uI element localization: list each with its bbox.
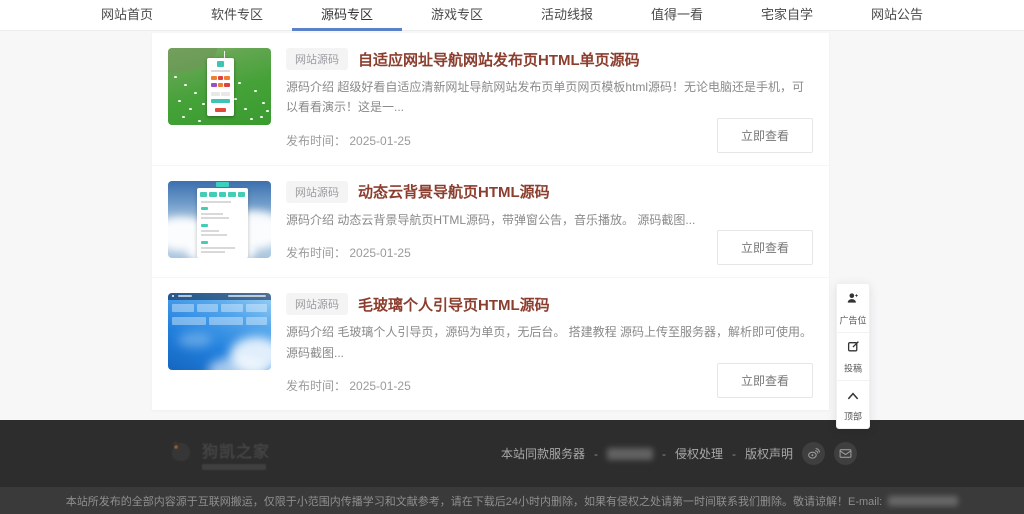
tab-home-study[interactable]: 宅家自学 — [732, 0, 842, 31]
chevron-up-icon — [846, 388, 860, 406]
tab-software[interactable]: 软件专区 — [182, 0, 292, 31]
floating-toolbar: 广告位 投稿 顶部 — [836, 283, 870, 429]
user-icon — [846, 291, 860, 310]
edit-icon — [847, 340, 860, 358]
article-row-1: 网站源码 自适应网址导航网站发布页HTML单页源码 源码介绍 超级好看自适应清新… — [152, 33, 829, 165]
article-list: 网站源码 自适应网址导航网站发布页HTML单页源码 源码介绍 超级好看自适应清新… — [152, 33, 829, 410]
footer-logo[interactable]: 狗凯之家 — [167, 438, 270, 470]
publish-date: 发布时间： 2025-01-25 — [286, 244, 411, 265]
article-title-link[interactable]: 毛玻璃个人引导页HTML源码 — [358, 294, 550, 315]
thumb-sheep-dots — [174, 76, 177, 78]
tab-source-code[interactable]: 源码专区 — [292, 0, 402, 31]
article-title-link[interactable]: 自适应网址导航网站发布页HTML单页源码 — [358, 49, 640, 70]
mail-icon[interactable] — [834, 442, 857, 465]
article-thumbnail-clouds[interactable] — [168, 181, 271, 258]
article-body: 网站源码 动态云背景导航页HTML源码 源码介绍 动态云背景导航页HTML源码，… — [286, 181, 813, 265]
tab-home[interactable]: 网站首页 — [72, 0, 182, 31]
footer-links: 本站同款服务器 - - 侵权处理 - 版权声明 — [501, 442, 857, 465]
category-badge: 网站源码 — [286, 48, 348, 70]
weibo-icon[interactable] — [802, 442, 825, 465]
page: 网站首页 软件专区 源码专区 游戏专区 活动线报 值得一看 宅家自学 网站公告 — [0, 0, 1024, 514]
article-body: 网站源码 自适应网址导航网站发布页HTML单页源码 源码介绍 超级好看自适应清新… — [286, 48, 813, 153]
view-now-button[interactable]: 立即查看 — [717, 118, 813, 153]
publish-date: 发布时间： 2025-01-25 — [286, 377, 411, 398]
article-description: 源码介绍 动态云背景导航页HTML源码，带弹窗公告，音乐播放。 源码截图... — [286, 210, 813, 230]
thumb-phone-mockup — [207, 58, 234, 116]
article-thumbnail-blue-sky[interactable] — [168, 293, 271, 370]
disclaimer-text: 本站所发布的全部内容源于互联网搬运，仅限于小范围内传播学习和文献参考，请在下载后… — [66, 493, 882, 509]
tab-worth-seeing[interactable]: 值得一看 — [622, 0, 732, 31]
footer-disclaimer-bar: 本站所发布的全部内容源于互联网搬运，仅限于小范围内传播学习和文献参考，请在下载后… — [0, 487, 1024, 514]
back-to-top-button[interactable]: 顶部 — [837, 381, 869, 428]
publish-date: 发布时间： 2025-01-25 — [286, 132, 411, 153]
tab-games[interactable]: 游戏专区 — [402, 0, 512, 31]
footer-logo-subtitle-redacted — [202, 464, 266, 470]
submit-post-button[interactable]: 投稿 — [837, 333, 869, 381]
category-badge: 网站源码 — [286, 293, 348, 315]
article-title-link[interactable]: 动态云背景导航页HTML源码 — [358, 181, 550, 202]
top-nav: 网站首页 软件专区 源码专区 游戏专区 活动线报 值得一看 宅家自学 网站公告 — [0, 0, 1024, 31]
article-description: 源码介绍 毛玻璃个人引导页，源码为单页，无后台。 搭建教程 源码上传至服务器，解… — [286, 322, 813, 363]
footer-link-infringement[interactable]: 侵权处理 — [675, 445, 723, 462]
footer-link-server[interactable]: 本站同款服务器 — [501, 445, 585, 462]
article-description: 源码介绍 超级好看自适应清新网址导航网站发布页单页网页模板html源码！无论电脑… — [286, 77, 813, 118]
footer: 狗凯之家 本站同款服务器 - - 侵权处理 - 版权声明 — [0, 420, 1024, 487]
article-row-2: 网站源码 动态云背景导航页HTML源码 源码介绍 动态云背景导航页HTML源码，… — [152, 165, 829, 277]
footer-logo-title: 狗凯之家 — [202, 438, 270, 462]
redacted-email — [888, 496, 958, 506]
thumb-glass-topbar — [168, 293, 271, 300]
tab-announcements[interactable]: 网站公告 — [842, 0, 952, 31]
redacted-server-name — [607, 448, 653, 460]
article-row-3: 网站源码 毛玻璃个人引导页HTML源码 源码介绍 毛玻璃个人引导页，源码为单页，… — [152, 277, 829, 410]
article-thumbnail-meadow[interactable] — [168, 48, 271, 125]
category-badge: 网站源码 — [286, 181, 348, 203]
view-now-button[interactable]: 立即查看 — [717, 363, 813, 398]
footer-link-copyright[interactable]: 版权声明 — [745, 445, 793, 462]
view-now-button[interactable]: 立即查看 — [717, 230, 813, 265]
tab-activity[interactable]: 活动线报 — [512, 0, 622, 31]
dog-mascot-icon — [167, 438, 195, 469]
article-body: 网站源码 毛玻璃个人引导页HTML源码 源码介绍 毛玻璃个人引导页，源码为单页，… — [286, 293, 813, 398]
ad-slot-button[interactable]: 广告位 — [837, 284, 869, 333]
thumb-page-mockup — [197, 188, 248, 258]
